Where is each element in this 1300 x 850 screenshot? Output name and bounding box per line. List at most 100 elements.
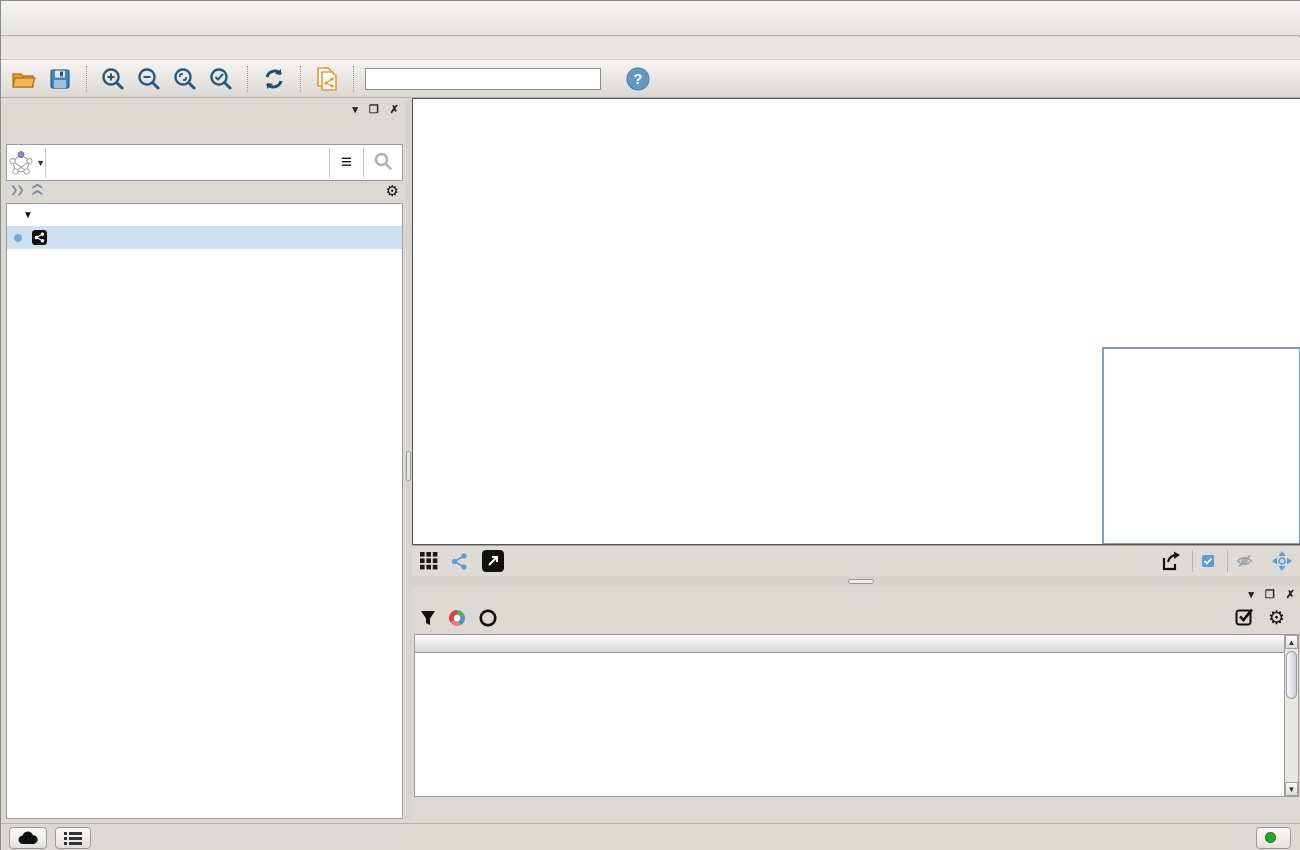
clone-network-button[interactable] (312, 64, 342, 94)
scroll-down-icon[interactable]: ▼ (1285, 782, 1298, 796)
select-terms-button[interactable] (1235, 607, 1254, 630)
chevron-down-icon: ▼ (36, 158, 45, 168)
filter-icon (420, 610, 436, 627)
string-search-bar: ▼ ≡ (6, 144, 403, 181)
menu-bar (1, 37, 1300, 60)
donut-chart-icon (447, 608, 467, 628)
navigate-button[interactable] (1269, 549, 1295, 573)
splitter-handle[interactable] (848, 579, 874, 584)
save-session-button[interactable] (45, 64, 75, 94)
panel-float-icon[interactable]: ❐ (1265, 588, 1275, 601)
scrollbar-thumb[interactable] (1286, 651, 1297, 699)
toolbar-separator (353, 66, 354, 92)
copy-network-icon (314, 65, 340, 93)
search-input[interactable] (365, 68, 601, 90)
share-icon (451, 553, 468, 570)
cloud-tasks-button[interactable] (9, 827, 47, 849)
toolbar-separator (86, 66, 87, 92)
birdseye-overview[interactable] (1102, 347, 1300, 545)
title-bar (1, 1, 1300, 36)
zoom-out-button[interactable] (134, 64, 164, 94)
network-selection-bar: ❯❯ ❯❯ ⚙ (4, 181, 405, 200)
share-view-button[interactable] (446, 549, 472, 573)
navigation-diamond-icon (1271, 550, 1293, 572)
open-session-button[interactable] (9, 64, 39, 94)
task-history-button[interactable] (55, 827, 91, 849)
zoom-fit-icon (172, 66, 198, 92)
network-tree: ▼ (6, 203, 403, 819)
checkbox-check-icon (1235, 607, 1254, 626)
main-toolbar: ? (1, 60, 1300, 98)
zoom-in-button[interactable] (98, 64, 128, 94)
collapse-all-icon[interactable]: ❯❯ (32, 184, 43, 197)
donut-chart-button[interactable] (447, 608, 467, 628)
cloud-icon (18, 831, 38, 845)
panel-menu-icon[interactable]: ▾ (352, 103, 358, 116)
panel-close-icon[interactable]: ✗ (1286, 588, 1295, 601)
overview-graph (1104, 349, 1299, 543)
ring-chart-button[interactable] (478, 608, 498, 628)
scroll-up-icon[interactable]: ▲ (1285, 635, 1298, 649)
horizontal-splitter[interactable] (412, 576, 1300, 586)
application-window: ? ▾ ❐ ✗ (0, 0, 1300, 850)
settings-gear-icon[interactable]: ⚙ (1268, 607, 1285, 630)
zoom-selected-button[interactable] (206, 64, 236, 94)
string-network-icon (32, 230, 47, 245)
network-row-selected[interactable] (7, 226, 402, 249)
selected-nodes-counter (1201, 554, 1219, 568)
zoom-in-icon (100, 66, 126, 92)
control-panel-header: ▾ ❐ ✗ (4, 99, 405, 119)
minimize-button[interactable] (1193, 9, 1211, 27)
panel-float-icon[interactable]: ❐ (369, 103, 379, 116)
zoom-fit-button[interactable] (170, 64, 200, 94)
svg-text:?: ? (633, 71, 642, 88)
grid-view-button[interactable] (416, 549, 442, 573)
toolbar-separator (247, 66, 248, 92)
toolbar-separator (300, 66, 301, 92)
list-icon (64, 831, 82, 845)
eye-slash-icon (1236, 554, 1253, 568)
panel-close-icon[interactable]: ✗ (390, 103, 399, 116)
string-options-menu-icon[interactable]: ≡ (330, 152, 363, 174)
table-scrollbar[interactable]: ▲ ▼ (1284, 634, 1299, 797)
status-bar (1, 823, 1300, 850)
string-logo-button[interactable]: ▼ (7, 146, 45, 180)
control-panel-tabs (4, 119, 405, 143)
panel-menu-icon[interactable]: ▾ (1248, 588, 1254, 601)
string-search-icon[interactable] (364, 151, 402, 174)
birdseye-toggle-button[interactable] (482, 550, 504, 572)
hidden-nodes-counter (1236, 554, 1257, 568)
splitter-handle[interactable] (406, 451, 411, 481)
export-icon (1160, 550, 1182, 572)
vertical-splitter[interactable] (405, 99, 412, 821)
tree-expand-icon[interactable]: ▼ (23, 210, 33, 221)
apply-layout-button[interactable] (259, 64, 289, 94)
help-button[interactable]: ? (623, 64, 653, 94)
open-folder-icon (11, 68, 37, 90)
network-toolbar (412, 545, 1300, 576)
memory-button[interactable] (1256, 827, 1291, 849)
refresh-icon (262, 67, 286, 91)
close-button[interactable] (1273, 9, 1291, 27)
table-panel: ▾ ❐ ✗ (412, 586, 1300, 823)
zoom-out-icon (136, 66, 162, 92)
enrichment-toolbar: ⚙ (412, 603, 1300, 633)
enrichment-table[interactable] (414, 634, 1287, 797)
filter-button[interactable] (420, 610, 436, 627)
enrichment-table-body (415, 653, 1286, 796)
zoom-selected-icon (208, 66, 234, 92)
grid-icon (420, 552, 438, 570)
maximize-button[interactable] (1233, 9, 1251, 27)
checkbox-icon (1201, 554, 1215, 568)
expand-all-icon[interactable]: ❯❯ (10, 185, 23, 196)
string-logo-icon (7, 148, 35, 178)
export-network-button[interactable] (1158, 549, 1184, 573)
gear-icon[interactable]: ⚙ (386, 182, 399, 200)
table-panel-header: ▾ ❐ ✗ (412, 586, 1300, 603)
table-panel-tabs (414, 798, 422, 822)
memory-status-icon (1265, 832, 1276, 843)
enrichment-table-header (415, 635, 1286, 653)
network-collection-row[interactable]: ▼ (7, 204, 402, 226)
save-icon (49, 68, 71, 90)
network-canvas[interactable] (412, 98, 1300, 545)
